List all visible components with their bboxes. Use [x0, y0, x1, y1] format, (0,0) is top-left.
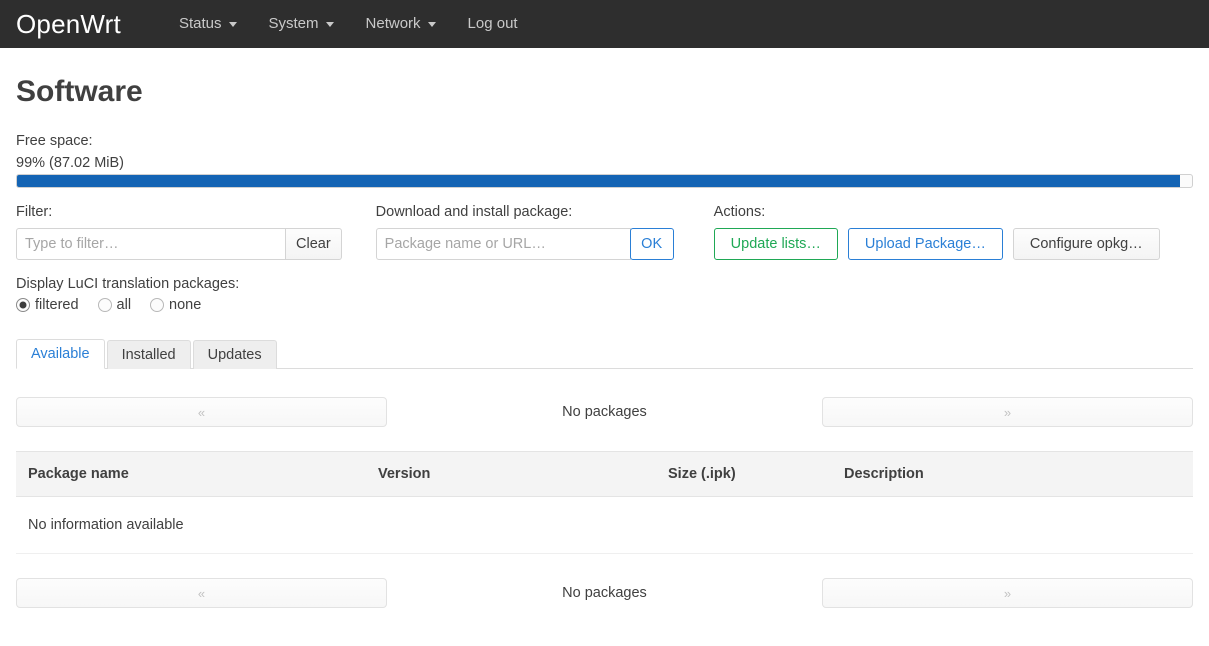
packages-table-head: Package name Version Size (.ipk) Descrip… [16, 451, 1193, 498]
next-page-button-top[interactable]: » [822, 397, 1193, 428]
actions-group: Actions: Update lists… Upload Package… C… [713, 204, 1160, 261]
configure-opkg-button[interactable]: Configure opkg… [1012, 228, 1160, 261]
radio-option-all[interactable]: all [97, 297, 132, 314]
pagination-bottom: « No packages » [16, 578, 1193, 609]
ok-button[interactable]: OK [629, 228, 674, 261]
clear-filter-button[interactable]: Clear [286, 228, 342, 261]
radio-option-none[interactable]: none [150, 297, 201, 313]
translation-radio-row: filtered all none [16, 297, 1193, 313]
tab-available[interactable]: Available [16, 339, 105, 370]
free-space-progress-fill [17, 175, 1181, 187]
radio-none-label: none [169, 297, 202, 314]
nav-item-system[interactable]: System [253, 0, 350, 48]
column-header-version: Version [366, 451, 656, 498]
main-nav: Status System Network Log out [163, 0, 534, 48]
actions-label: Actions: [713, 204, 766, 220]
column-header-description: Description [832, 451, 1193, 498]
next-page-button-bottom[interactable]: » [822, 578, 1193, 609]
filter-input-combo: Clear [16, 228, 342, 261]
page-content: Software Free space: 99% (87.02 MiB) Fil… [0, 74, 1209, 609]
download-input-combo: OK [375, 228, 674, 261]
page-title: Software [16, 75, 143, 108]
nav-item-status-label: Status [178, 15, 222, 32]
pagination-status-top: No packages [562, 404, 647, 421]
translation-packages-label: Display LuCI translation packages: [16, 276, 240, 293]
actions-buttons: Update lists… Upload Package… Configure … [713, 228, 1160, 261]
nav-item-status[interactable]: Status [163, 0, 253, 48]
table-row: No information available [16, 496, 1193, 555]
update-lists-button[interactable]: Update lists… [713, 228, 838, 261]
package-tabs: Available Installed Updates [16, 339, 1193, 370]
tab-installed[interactable]: Installed [106, 340, 191, 370]
nav-item-logout-label: Log out [467, 15, 518, 32]
openwrt-logo[interactable]: OpenWrt [16, 11, 121, 37]
chevron-down-icon [325, 21, 334, 27]
radio-filtered-label: filtered [35, 297, 79, 314]
empty-table-message: No information available [16, 496, 1193, 555]
download-install-label: Download and install package: [375, 204, 573, 220]
packages-table-body: No information available [16, 496, 1193, 555]
radio-none-indicator[interactable] [150, 298, 165, 313]
chevron-down-icon [427, 21, 436, 27]
radio-all-indicator[interactable] [97, 298, 112, 313]
chevron-down-icon [228, 21, 237, 27]
download-install-group: Download and install package: OK [375, 204, 674, 261]
previous-page-button-bottom[interactable]: « [16, 578, 387, 609]
pagination-status-bottom: No packages [562, 585, 647, 602]
upload-package-button[interactable]: Upload Package… [847, 228, 1003, 261]
translation-packages-group: Display LuCI translation packages: filte… [16, 276, 1193, 313]
free-space-progress-bar [16, 174, 1193, 188]
previous-page-button-top[interactable]: « [16, 397, 387, 428]
nav-item-system-label: System [268, 15, 319, 32]
packages-table: Package name Version Size (.ipk) Descrip… [16, 451, 1193, 555]
radio-option-filtered[interactable]: filtered [16, 297, 79, 313]
filter-label: Filter: [16, 204, 53, 220]
filter-input[interactable] [16, 228, 286, 261]
pagination-top: « No packages » [16, 397, 1193, 428]
nav-item-network[interactable]: Network [350, 0, 452, 48]
tab-updates[interactable]: Updates [192, 340, 277, 370]
table-header-row: Package name Version Size (.ipk) Descrip… [16, 451, 1193, 498]
nav-item-network-label: Network [365, 15, 421, 32]
free-space-label: Free space: [16, 133, 93, 149]
top-navigation-bar: OpenWrt Status System Network Log out [0, 0, 1209, 48]
free-space-value: 99% (87.02 MiB) [16, 155, 124, 171]
radio-all-label: all [116, 297, 132, 314]
filter-group: Filter: Clear [16, 204, 342, 261]
radio-filtered-indicator[interactable] [16, 298, 30, 313]
nav-item-logout[interactable]: Log out [452, 0, 534, 48]
package-name-or-url-input[interactable] [375, 228, 631, 261]
column-header-size: Size (.ipk) [656, 451, 832, 498]
controls-row: Filter: Clear Download and install packa… [16, 204, 1193, 261]
column-header-package-name: Package name [16, 451, 366, 498]
